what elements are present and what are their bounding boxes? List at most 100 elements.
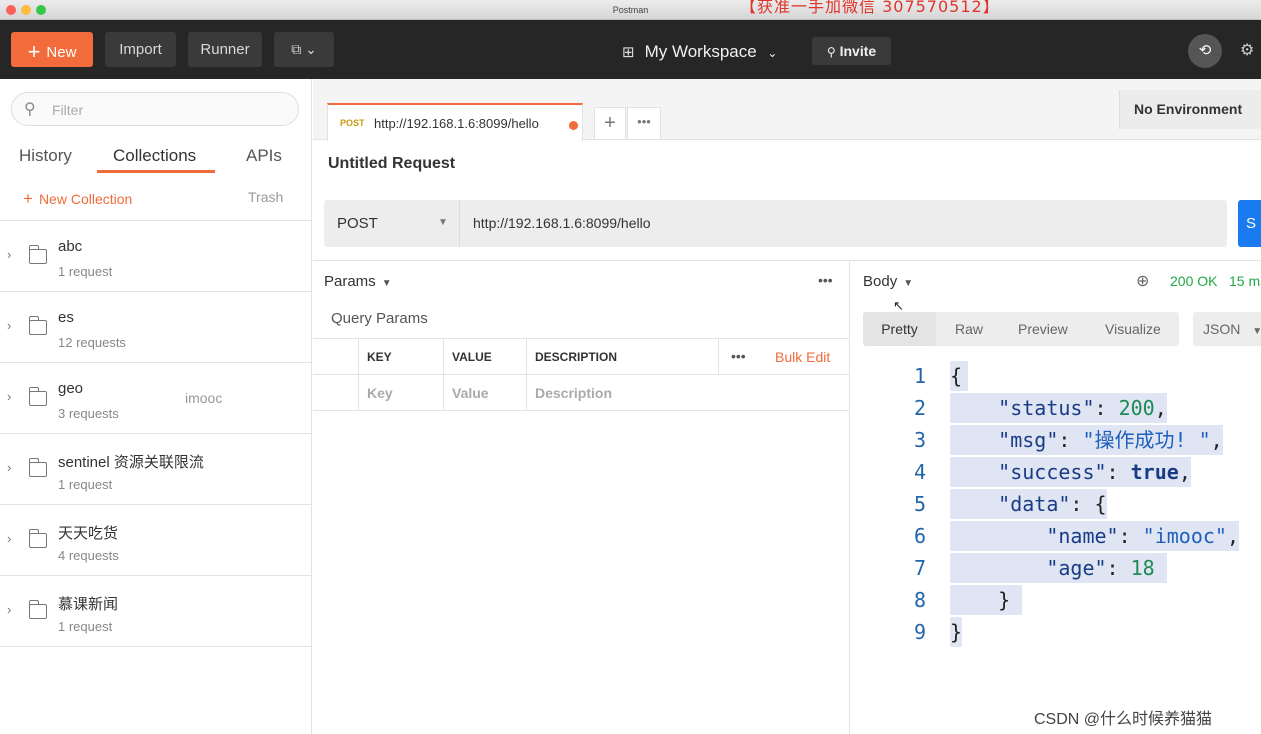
- collection-item[interactable]: › abc 1 request: [0, 221, 311, 292]
- status-badge[interactable]: 200 OK: [1170, 273, 1217, 289]
- new-button[interactable]: + New: [11, 32, 93, 67]
- caret-down-icon: ▼: [1252, 326, 1261, 337]
- collection-count: 1 request: [58, 264, 113, 279]
- caret-down-icon: ▼: [903, 278, 914, 289]
- more-options-icon[interactable]: •••: [818, 272, 833, 288]
- chevron-right-icon[interactable]: ›: [7, 531, 11, 546]
- tab-apis[interactable]: APIs: [246, 146, 282, 166]
- plus-icon: +: [27, 39, 41, 64]
- collection-count: 12 requests: [58, 335, 126, 350]
- more-tabs-button[interactable]: •••: [627, 107, 661, 140]
- filter-box: ⚲: [11, 92, 299, 126]
- folder-icon: [28, 458, 47, 477]
- code-line: 6 "name": "imooc",: [850, 520, 1261, 552]
- collection-item[interactable]: › 慕课新闻 1 request: [0, 576, 311, 647]
- window-title-bar: Postman 【获准一手加微信 307570512】: [0, 0, 1261, 20]
- import-button[interactable]: Import: [105, 32, 176, 67]
- line-number: 3: [913, 428, 926, 452]
- collection-list: › abc 1 request › es 12 requests › geo 3…: [0, 220, 311, 647]
- value-input[interactable]: Value: [443, 375, 527, 411]
- collection-item[interactable]: › sentinel 资源关联限流 1 request: [0, 434, 311, 505]
- add-tab-button[interactable]: +: [594, 107, 626, 140]
- workspace-switcher[interactable]: ⊞ My Workspace ⌄: [622, 42, 777, 62]
- sync-off-icon[interactable]: ⟲: [1188, 34, 1222, 68]
- runner-button[interactable]: Runner: [188, 32, 262, 67]
- window-title: Postman: [612, 5, 649, 15]
- folder-icon: [28, 600, 47, 619]
- search-icon: ⚲: [24, 101, 36, 118]
- code-line: 8 }: [850, 584, 1261, 616]
- new-window-icon: ⧉ ⌄: [291, 41, 317, 57]
- overlay-watermark: 【获准一手加微信 307570512】: [740, 0, 1000, 16]
- globe-icon[interactable]: ⊕: [1136, 271, 1149, 291]
- collection-item[interactable]: › 天天吃货 4 requests: [0, 505, 311, 576]
- code-line: 4 "success": true,: [850, 456, 1261, 488]
- collection-count: 3 requests: [58, 406, 119, 421]
- view-mode-bar: Pretty Raw Preview Visualize: [863, 312, 1179, 346]
- collection-count: 1 request: [58, 619, 113, 634]
- url-input[interactable]: http://192.168.1.6:8099/hello: [473, 215, 650, 231]
- description-input[interactable]: Description: [526, 375, 850, 411]
- new-collection-button[interactable]: + New Collection: [23, 189, 132, 209]
- collection-count: 4 requests: [58, 548, 119, 563]
- folder-icon: [28, 529, 47, 548]
- caret-down-icon: ▼: [381, 278, 392, 289]
- collection-item[interactable]: › geo 3 requests: [0, 363, 311, 434]
- tab-preview[interactable]: Preview: [1018, 312, 1068, 346]
- format-select[interactable]: JSON ▼: [1193, 312, 1261, 346]
- query-params-title: Query Params: [331, 310, 428, 327]
- key-input[interactable]: Key: [358, 375, 444, 411]
- code-line: 2 "status": 200,: [850, 392, 1261, 424]
- collection-name: es: [58, 309, 74, 326]
- chevron-right-icon[interactable]: ›: [7, 602, 11, 617]
- trash-link[interactable]: Trash: [248, 189, 283, 205]
- user-plus-icon: ⚲: [826, 45, 836, 59]
- response-time[interactable]: 15 ms: [1229, 273, 1261, 289]
- more-options-icon[interactable]: •••: [731, 339, 746, 373]
- method-select[interactable]: POST ▼: [324, 200, 460, 247]
- new-window-button[interactable]: ⧉ ⌄: [274, 32, 334, 67]
- tab-raw[interactable]: Raw: [955, 312, 983, 346]
- sidebar: ⚲ History Collections APIs +New Collecti…: [0, 79, 312, 734]
- app-header: + New Import Runner ⧉ ⌄ ⊞ My Workspace ⌄ ⚲…: [0, 20, 1261, 79]
- tab-url: http://192.168.1.6:8099/hello: [374, 116, 539, 131]
- url-bar: POST ▼ http://192.168.1.6:8099/hello: [324, 200, 1227, 247]
- tab-collections[interactable]: Collections: [113, 146, 196, 166]
- line-number: 6: [913, 524, 926, 548]
- main-panel: POST http://192.168.1.6:8099/hello + •••…: [313, 79, 1261, 734]
- chevron-right-icon[interactable]: ›: [7, 247, 11, 262]
- request-tab-bar: POST http://192.168.1.6:8099/hello + •••…: [313, 79, 1261, 141]
- tab-visualize[interactable]: Visualize: [1105, 312, 1161, 346]
- tab-pretty[interactable]: Pretty: [863, 312, 936, 346]
- send-button[interactable]: S: [1238, 200, 1261, 247]
- satellite-icon[interactable]: ⚙: [1240, 40, 1254, 60]
- table-row: Key Value Description: [313, 375, 850, 411]
- unsaved-dot-icon[interactable]: [569, 121, 578, 130]
- chevron-right-icon[interactable]: ›: [7, 460, 11, 475]
- line-number: 4: [913, 460, 926, 484]
- response-code: 1 { 2 "status": 200, 3 "msg": "操作成功! ", …: [850, 360, 1261, 648]
- key-header: KEY: [358, 339, 444, 375]
- chevron-right-icon[interactable]: ›: [7, 318, 11, 333]
- bulk-edit-link[interactable]: Bulk Edit: [775, 339, 830, 375]
- tab-history[interactable]: History: [19, 146, 72, 166]
- folder-icon: [28, 316, 47, 335]
- collection-count: 1 request: [58, 477, 113, 492]
- response-body-tab[interactable]: Body ▼: [863, 273, 913, 290]
- line-number: 2: [913, 396, 926, 420]
- video-watermark: imooc: [185, 390, 223, 406]
- invite-button[interactable]: ⚲ Invite: [812, 37, 891, 65]
- params-tab[interactable]: Params ▼: [324, 273, 392, 290]
- params-pane: Params ▼ ••• Query Params KEY VALUE DESCR…: [313, 260, 850, 734]
- request-title[interactable]: Untitled Request: [328, 155, 455, 173]
- chevron-right-icon[interactable]: ›: [7, 389, 11, 404]
- folder-icon: [28, 387, 47, 406]
- code-line: 5 "data": {: [850, 488, 1261, 520]
- description-header: DESCRIPTION: [526, 339, 720, 375]
- line-number: 9: [913, 620, 926, 644]
- environment-select[interactable]: No Environment: [1119, 90, 1261, 129]
- request-tab[interactable]: POST http://192.168.1.6:8099/hello: [327, 103, 583, 141]
- filter-input[interactable]: [52, 100, 272, 120]
- value-header: VALUE: [443, 339, 527, 375]
- collection-item[interactable]: › es 12 requests: [0, 292, 311, 363]
